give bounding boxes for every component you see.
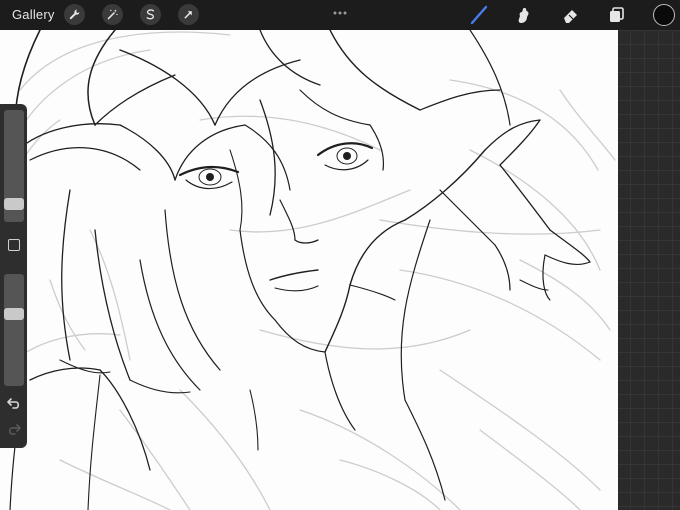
magic-wand-icon[interactable] [102,4,123,25]
eraser-icon[interactable] [560,4,582,26]
modify-button[interactable] [8,239,20,251]
brush-size-thumb[interactable] [4,198,24,210]
transform-arrow-icon[interactable] [178,4,199,25]
wrench-icon[interactable] [64,4,85,25]
redo-icon[interactable] [6,422,22,436]
brush-sidebar [0,104,27,448]
opacity-slider[interactable] [4,274,24,386]
line-art-drawing [0,30,616,510]
layers-icon[interactable] [606,4,628,26]
brush-size-slider[interactable] [4,110,24,222]
more-options-icon[interactable] [332,4,348,15]
smudge-icon[interactable] [512,4,534,26]
opacity-thumb[interactable] [4,308,24,320]
selection-icon[interactable] [140,4,161,25]
drawing-canvas[interactable] [0,30,618,510]
brush-icon[interactable] [468,4,490,26]
undo-icon[interactable] [6,396,22,410]
color-picker-button[interactable] [653,4,675,26]
top-toolbar: Gallery [0,0,680,30]
gallery-button[interactable]: Gallery [12,7,55,22]
